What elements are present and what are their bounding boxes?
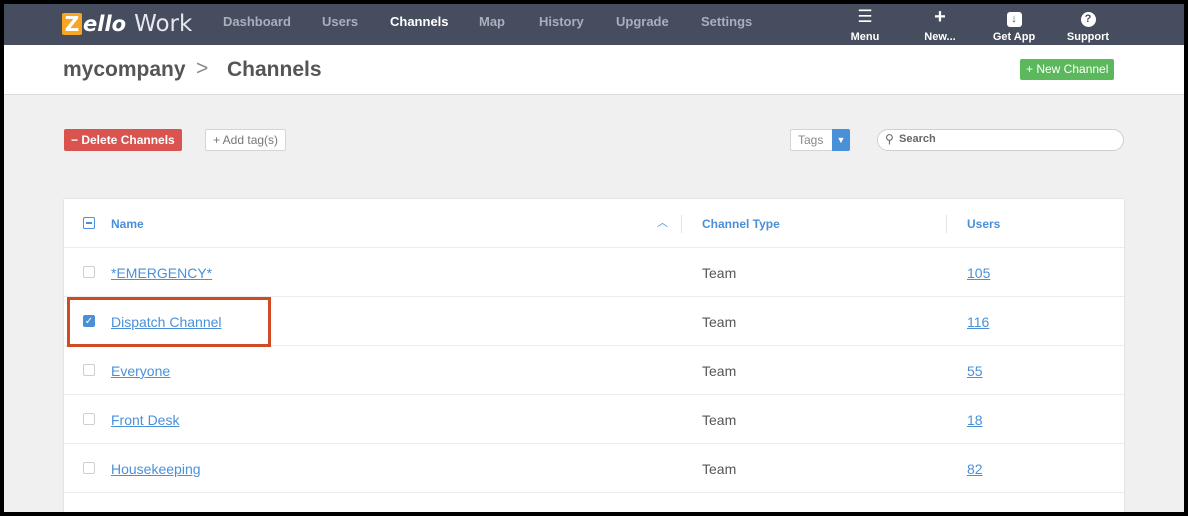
logo-work: Work [134, 11, 193, 37]
menu-button[interactable]: ☰ Menu [830, 7, 900, 43]
support-label: Support [1066, 31, 1110, 43]
nav-users[interactable]: Users [322, 14, 358, 29]
row-checkbox[interactable] [83, 266, 95, 278]
select-all-checkbox[interactable] [83, 217, 95, 229]
channel-type: Team [702, 363, 737, 379]
column-header-users[interactable]: Users [967, 217, 1000, 231]
logo-z: Z [62, 12, 82, 36]
table-header-row: Name ︿ Channel Type Users [64, 199, 1124, 248]
table-row: Front Desk Team 18 [64, 395, 1124, 444]
row-checkbox[interactable] [83, 413, 95, 425]
logo-ello: ello [83, 12, 127, 36]
top-nav: Z ello Work Dashboard Users Channels Map… [4, 4, 1184, 45]
menu-label: Menu [850, 31, 880, 43]
app-frame: Z ello Work Dashboard Users Channels Map… [4, 4, 1184, 512]
channels-table: Name ︿ Channel Type Users *EMERGENCY* Te… [64, 199, 1124, 512]
channel-users-link[interactable]: 18 [967, 412, 983, 428]
download-icon: ↓ [1006, 12, 1022, 27]
sort-ascending-icon[interactable]: ︿ [657, 214, 668, 230]
menu-icon: ☰ [857, 7, 873, 26]
tags-label: Tags [798, 133, 824, 147]
get-app-button[interactable]: ↓ Get App [979, 7, 1049, 43]
nav-settings[interactable]: Settings [701, 14, 752, 29]
tags-select[interactable]: Tags ▼ [790, 129, 850, 151]
row-checkbox[interactable] [83, 462, 95, 474]
search-icon: ⚲ [885, 132, 894, 146]
column-divider [681, 215, 682, 233]
nav-map[interactable]: Map [479, 14, 505, 29]
help-icon: ? [1080, 12, 1096, 27]
zello-work-logo[interactable]: Z ello Work [62, 9, 192, 39]
nav-upgrade[interactable]: Upgrade [616, 14, 669, 29]
get-app-label: Get App [992, 31, 1036, 43]
channel-users-link[interactable]: 105 [967, 265, 990, 281]
table-row: *EMERGENCY* Team 105 [64, 248, 1124, 297]
channel-name-link[interactable]: *EMERGENCY* [111, 265, 212, 281]
channel-type: Team [702, 461, 737, 477]
nav-dashboard[interactable]: Dashboard [223, 14, 291, 29]
row-checkbox[interactable] [83, 364, 95, 376]
page-header: mycompany > Channels + New Channel [4, 45, 1184, 95]
new-channel-button[interactable]: + New Channel [1020, 59, 1115, 80]
breadcrumb-company[interactable]: mycompany [63, 58, 186, 82]
channel-name-link[interactable]: Housekeeping [111, 461, 201, 477]
column-header-name[interactable]: Name [111, 217, 144, 231]
channel-name-link[interactable]: Front Desk [111, 412, 179, 428]
channel-name-link[interactable]: Everyone [111, 363, 170, 379]
nav-channels[interactable]: Channels [390, 14, 449, 29]
channel-type: Team [702, 314, 737, 330]
plus-icon: + [934, 6, 946, 28]
channel-type: Team [702, 265, 737, 281]
breadcrumb-chevron-icon: > [196, 57, 209, 80]
highlight-annotation-box [67, 297, 271, 347]
table-row: Housekeeping Team 82 [64, 444, 1124, 493]
column-header-type[interactable]: Channel Type [702, 217, 780, 231]
channel-users-link[interactable]: 82 [967, 461, 983, 477]
table-row: Everyone Team 55 [64, 346, 1124, 395]
channel-users-link[interactable]: 55 [967, 363, 983, 379]
column-divider [946, 215, 947, 233]
support-button[interactable]: ? Support [1053, 7, 1123, 43]
chevron-down-icon[interactable]: ▼ [832, 129, 850, 151]
nav-history[interactable]: History [539, 14, 584, 29]
search-box[interactable]: ⚲ [877, 129, 1124, 151]
channel-users-link[interactable]: 116 [967, 314, 989, 330]
new-label: New... [924, 31, 956, 43]
add-tags-button[interactable]: + Add tag(s) [205, 129, 287, 151]
channel-type: Team [702, 412, 737, 428]
new-button[interactable]: + New... [905, 7, 975, 43]
page-title: Channels [227, 58, 322, 81]
delete-channels-button[interactable]: − Delete Channels [64, 129, 182, 151]
search-input[interactable] [899, 133, 1109, 145]
